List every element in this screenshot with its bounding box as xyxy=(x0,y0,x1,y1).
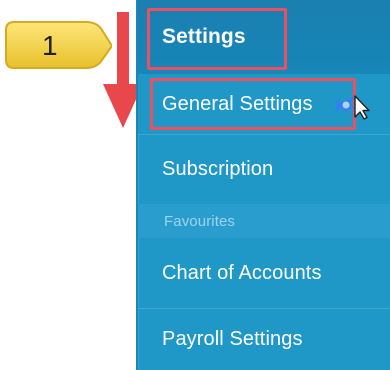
menu-item-label: Payroll Settings xyxy=(162,327,303,350)
menu-item-chart-of-accounts[interactable]: Chart of Accounts xyxy=(138,238,390,308)
settings-menu: Settings General Settings Subscription F… xyxy=(138,0,390,370)
click-spark-icon xyxy=(333,95,370,120)
menu-item-label: Settings xyxy=(162,25,246,48)
menu-item-payroll-settings[interactable]: Payroll Settings xyxy=(138,308,390,370)
tutorial-screenshot: 1 Settings General Settings Subscription… xyxy=(0,0,390,370)
menu-item-settings[interactable]: Settings xyxy=(138,0,390,74)
menu-section-label: Favourites xyxy=(164,212,236,230)
menu-section-favourites: Favourites xyxy=(138,204,390,238)
menu-item-label: Chart of Accounts xyxy=(162,261,322,284)
menu-item-label: General Settings xyxy=(162,92,313,115)
menu-item-subscription[interactable]: Subscription xyxy=(138,134,390,204)
step-callout-icon: 1 xyxy=(5,21,112,69)
mouse-cursor-icon xyxy=(354,95,370,120)
step-number: 1 xyxy=(42,30,58,61)
menu-item-label: Subscription xyxy=(162,157,274,180)
